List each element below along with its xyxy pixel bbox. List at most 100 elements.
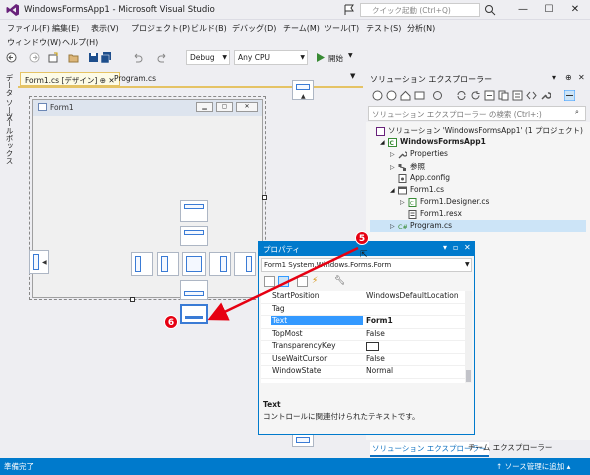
forward-icon[interactable] xyxy=(29,52,40,63)
tree-item-solution[interactable]: ソリューション 'WindowsFormsApp1' (1 プロジェクト) xyxy=(376,125,583,137)
tree-item-project[interactable]: ◢ C WindowsFormsApp1 xyxy=(380,137,486,149)
dock-cross-bottom[interactable] xyxy=(180,280,208,300)
chevron-down-icon[interactable]: ▼ xyxy=(350,72,355,80)
expand-open-icon[interactable]: ◢ xyxy=(390,187,398,194)
menu-help[interactable]: ヘルプ(H) xyxy=(62,37,98,48)
save-icon[interactable] xyxy=(88,52,99,63)
start-play-icon[interactable] xyxy=(315,52,326,63)
expand-closed-icon[interactable]: ▷ xyxy=(390,223,398,230)
undo-icon[interactable] xyxy=(132,52,143,63)
redo-icon[interactable] xyxy=(157,52,168,63)
tree-item-form1-cs[interactable]: ◢ Form1.cs xyxy=(390,185,444,197)
show-all-files-icon[interactable] xyxy=(498,90,509,101)
tree-item-app-config[interactable]: App.config xyxy=(398,173,450,185)
menu-file[interactable]: ファイル(F) xyxy=(7,23,50,34)
dock-guide-left[interactable]: ◀ xyxy=(29,250,49,274)
view-code-icon[interactable] xyxy=(526,90,537,101)
minimize-button[interactable]: — xyxy=(512,1,534,19)
property-value[interactable]: False xyxy=(366,354,385,363)
property-row[interactable]: TopMost False xyxy=(261,329,465,341)
property-value[interactable]: Normal xyxy=(366,366,393,375)
home-icon[interactable] xyxy=(400,90,411,101)
forward-icon[interactable] xyxy=(386,90,397,101)
search-icon[interactable]: ⌕ xyxy=(575,108,579,117)
source-control-button[interactable]: ↑ ソース管理に追加 ▴ xyxy=(496,461,570,472)
tree-item-properties[interactable]: ▷ Properties xyxy=(390,149,448,161)
tree-item-form1-resx[interactable]: Form1.resx xyxy=(408,209,462,221)
maximize-icon[interactable]: ▫ xyxy=(453,243,458,252)
back-icon[interactable] xyxy=(372,90,383,101)
scrollbar-thumb[interactable] xyxy=(466,370,471,382)
dock-cross-left-outer[interactable] xyxy=(131,252,153,276)
property-row-selected[interactable]: Text Form1 xyxy=(261,316,465,329)
color-swatch[interactable] xyxy=(366,342,379,351)
tab-program-cs[interactable]: Program.cs xyxy=(110,72,160,86)
chevron-down-icon[interactable]: ▼ xyxy=(348,52,353,59)
dock-cross-right-outer[interactable] xyxy=(234,252,256,276)
chevron-down-icon[interactable]: ▾ xyxy=(552,73,556,82)
expand-closed-icon[interactable]: ▷ xyxy=(400,199,408,206)
tree-item-form1-designer[interactable]: ▷ C Form1.Designer.cs xyxy=(400,197,489,209)
dock-cross-top[interactable] xyxy=(180,226,208,246)
refresh-icon[interactable] xyxy=(470,90,481,101)
configuration-select[interactable]: Debug ▼ xyxy=(186,50,230,65)
sync-icon[interactable] xyxy=(456,90,467,101)
resize-handle-right[interactable] xyxy=(262,195,267,200)
properties-icon[interactable] xyxy=(512,90,523,101)
pending-changes-icon[interactable] xyxy=(432,90,443,101)
pin-icon[interactable]: ⊕ xyxy=(100,76,106,85)
dock-cross-center[interactable] xyxy=(182,252,206,276)
back-icon[interactable] xyxy=(6,52,17,63)
menu-build[interactable]: ビルド(B) xyxy=(191,23,227,34)
tree-item-references[interactable]: ▷ 参照 xyxy=(390,161,425,173)
property-row[interactable]: UseWaitCursor False xyxy=(261,354,465,366)
tree-item-program-cs[interactable]: ▷ C# Program.cs xyxy=(390,221,452,233)
dock-cross-left[interactable] xyxy=(157,252,179,276)
menu-analyze[interactable]: 分析(N) xyxy=(407,23,435,34)
expand-closed-icon[interactable]: ▷ xyxy=(390,151,398,158)
new-project-icon[interactable] xyxy=(48,52,59,63)
menu-view[interactable]: 表示(V) xyxy=(91,23,119,34)
chevron-down-icon[interactable]: ▾ xyxy=(443,243,447,252)
property-value[interactable]: False xyxy=(366,329,385,338)
dock-cross-bottom-outer[interactable] xyxy=(180,304,208,324)
menu-edit[interactable]: 編集(E) xyxy=(52,23,79,34)
events-lightning-icon[interactable]: ⚡ xyxy=(312,276,318,286)
alphabetical-icon[interactable] xyxy=(278,276,289,287)
properties-view-icon[interactable] xyxy=(297,276,308,287)
property-value[interactable]: Form1 xyxy=(366,316,393,325)
search-icon[interactable] xyxy=(484,3,496,17)
property-row[interactable]: TransparencyKey xyxy=(261,341,465,354)
property-pages-wrench-icon[interactable]: 🔧︎ xyxy=(334,276,345,286)
dock-cross-right[interactable] xyxy=(209,252,231,276)
collapse-all-icon[interactable] xyxy=(484,90,495,101)
expand-open-icon[interactable]: ◢ xyxy=(380,139,388,146)
resize-handle-bottom[interactable] xyxy=(130,297,135,302)
chevron-down-icon[interactable]: ▼ xyxy=(465,261,470,268)
property-row[interactable]: WindowState Normal xyxy=(261,366,465,379)
flag-icon[interactable] xyxy=(343,4,355,16)
property-row[interactable]: StartPosition WindowsDefaultLocation xyxy=(261,291,465,304)
open-folder-icon[interactable] xyxy=(68,52,79,63)
menu-window[interactable]: ウィンドウ(W) xyxy=(7,37,61,48)
tab-team-explorer[interactable]: チーム エクスプローラー xyxy=(468,442,552,453)
preview-selected-icon[interactable] xyxy=(564,90,575,101)
property-row[interactable]: Tag xyxy=(261,304,465,316)
close-icon[interactable]: ✕ xyxy=(578,73,585,82)
start-button-label[interactable]: 開始 xyxy=(328,53,343,64)
menu-debug[interactable]: デバッグ(D) xyxy=(232,23,276,34)
view-switch-icon[interactable] xyxy=(414,90,425,101)
dock-cross-top-outer[interactable] xyxy=(180,200,208,222)
maximize-button[interactable]: ☐ xyxy=(538,1,560,19)
tab-form1-designer[interactable]: Form1.cs [デザイン] ⊕ ✕ xyxy=(20,72,120,86)
toolbox-tab[interactable]: ツールボックス xyxy=(4,112,15,165)
property-value[interactable]: WindowsDefaultLocation xyxy=(366,291,459,300)
pin-icon[interactable]: ⊕ xyxy=(565,73,572,82)
menu-project[interactable]: プロジェクト(P) xyxy=(131,23,190,34)
menu-team[interactable]: チーム(M) xyxy=(283,23,320,34)
menu-tools[interactable]: ツール(T) xyxy=(324,23,359,34)
dock-guide-top[interactable]: ▲ xyxy=(292,80,314,100)
wrench-icon[interactable] xyxy=(540,90,551,101)
expand-closed-icon[interactable]: ▷ xyxy=(390,164,398,171)
categorized-icon[interactable] xyxy=(264,276,275,287)
